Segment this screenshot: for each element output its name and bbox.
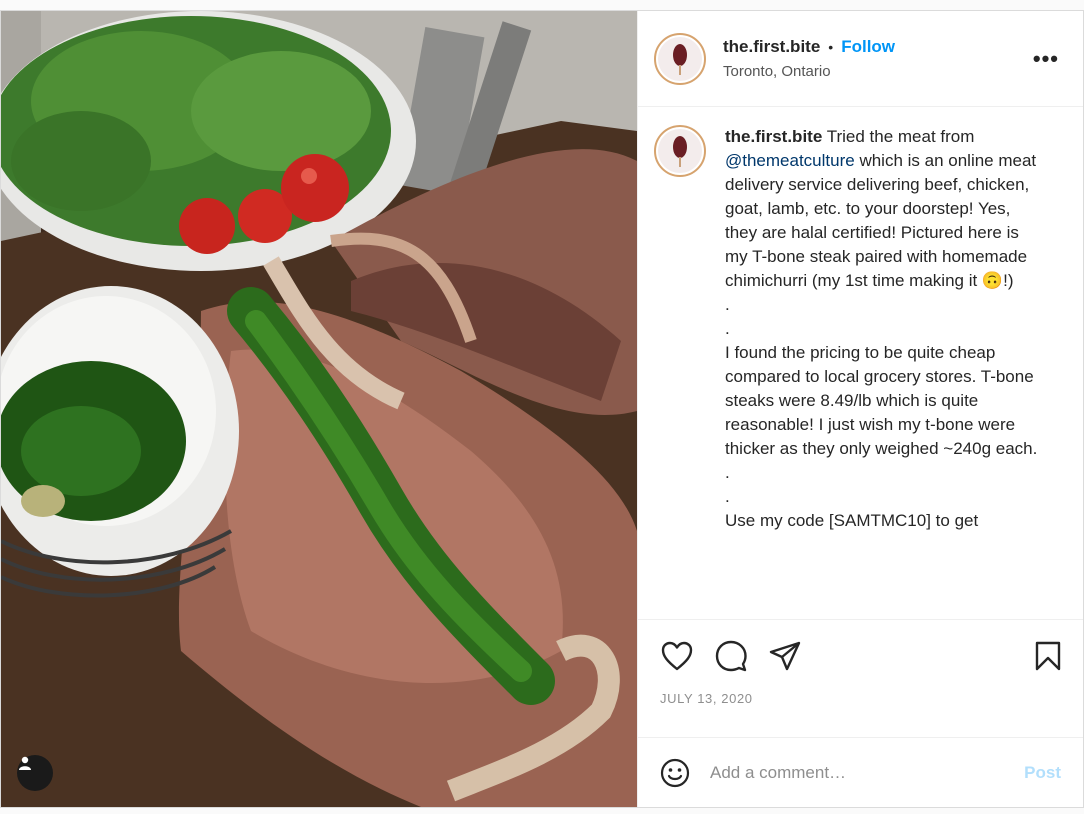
post-card: the.first.bite • Follow Toronto, Ontario…	[0, 10, 1084, 808]
caption-dot: .	[725, 319, 730, 338]
smiley-icon[interactable]	[660, 758, 690, 788]
steak-photo	[1, 11, 637, 807]
caption-text: the.first.bite Tried the meat from @them…	[725, 125, 1045, 619]
username-link[interactable]: the.first.bite	[723, 37, 820, 57]
save-button[interactable]	[1029, 637, 1067, 675]
post-header: the.first.bite • Follow Toronto, Ontario…	[638, 11, 1083, 107]
popsicle-logo-icon	[673, 43, 687, 75]
comment-bar: Add a comment… Post	[638, 737, 1083, 807]
user-icon	[19, 756, 31, 770]
share-icon	[769, 641, 801, 670]
share-button[interactable]	[766, 637, 804, 675]
avatar-image	[658, 36, 702, 81]
caption-text-pre: Tried the meat from	[822, 127, 975, 146]
caption-paragraph: I found the pricing to be quite cheap co…	[725, 343, 1038, 458]
comment-icon	[715, 640, 747, 671]
header-text: the.first.bite • Follow Toronto, Ontario	[723, 37, 1033, 80]
caption-dot: .	[725, 487, 730, 506]
tagged-users-button[interactable]	[17, 755, 53, 791]
action-bar	[638, 619, 1083, 691]
mention-link[interactable]: @themeatculture	[725, 151, 855, 170]
popsicle-logo-icon	[673, 136, 687, 167]
header-row: the.first.bite • Follow	[723, 37, 1033, 57]
like-button[interactable]	[658, 637, 696, 675]
caption-dot: .	[725, 295, 730, 314]
avatar[interactable]	[654, 32, 706, 85]
caption-paragraph: Use my code [SAMTMC10] to get	[725, 511, 979, 530]
location-link[interactable]: Toronto, Ontario	[723, 63, 1033, 80]
follow-button[interactable]: Follow	[841, 37, 895, 57]
post-sidebar: the.first.bite • Follow Toronto, Ontario…	[637, 11, 1083, 807]
caption-text-post: which is an online meat delivery service…	[725, 151, 1037, 290]
bookmark-icon	[1035, 641, 1061, 670]
post-comment-button[interactable]: Post	[1024, 763, 1061, 783]
comment-button[interactable]	[712, 637, 750, 675]
heart-icon	[661, 641, 693, 670]
caption-avatar-image	[658, 129, 702, 173]
more-options-button[interactable]: •••	[1033, 46, 1059, 72]
separator-dot: •	[828, 39, 834, 55]
comment-input[interactable]: Add a comment…	[710, 763, 1024, 783]
caption-dot: .	[725, 463, 730, 482]
caption-username[interactable]: the.first.bite	[725, 127, 822, 146]
caption-avatar[interactable]	[654, 125, 706, 177]
post-image[interactable]	[1, 11, 637, 807]
caption-area: the.first.bite Tried the meat from @them…	[638, 107, 1083, 619]
post-date[interactable]: JULY 13, 2020	[638, 691, 1083, 737]
